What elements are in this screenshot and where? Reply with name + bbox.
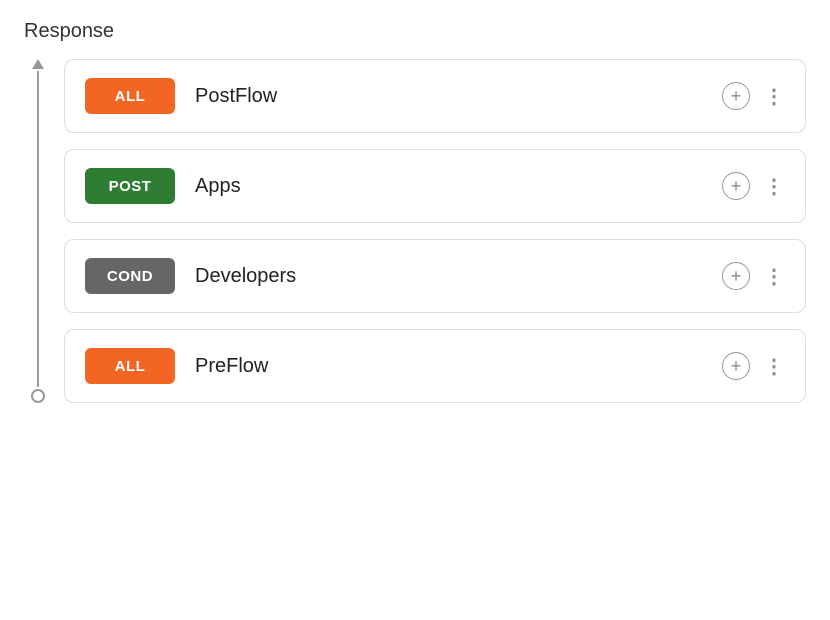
timeline-line (24, 59, 52, 403)
card-actions-postflow: + ⋮ (722, 82, 785, 110)
flow-name-postflow: PostFlow (195, 85, 702, 108)
card-actions-developers: + ⋮ (722, 262, 785, 290)
flow-card-postflow: ALL PostFlow + ⋮ (64, 59, 806, 133)
flow-card-developers: COND Developers + ⋮ (64, 239, 806, 313)
flow-name-apps: Apps (195, 175, 702, 198)
add-policy-button-preflow[interactable]: + (722, 352, 750, 380)
page-title: Response (24, 20, 806, 43)
cards-list: ALL PostFlow + ⋮ POST Apps + ⋮ COND Deve… (52, 59, 806, 403)
add-policy-button-postflow[interactable]: + (722, 82, 750, 110)
method-badge-postflow: ALL (85, 78, 175, 114)
flow-name-developers: Developers (195, 265, 702, 288)
more-options-button-apps[interactable]: ⋮ (764, 174, 785, 199)
more-options-button-postflow[interactable]: ⋮ (764, 84, 785, 109)
timeline-container: ALL PostFlow + ⋮ POST Apps + ⋮ COND Deve… (24, 59, 806, 403)
timeline-end-circle (31, 389, 45, 403)
timeline-vertical-line (37, 71, 39, 387)
more-options-button-preflow[interactable]: ⋮ (764, 354, 785, 379)
more-options-button-developers[interactable]: ⋮ (764, 264, 785, 289)
flow-card-preflow: ALL PreFlow + ⋮ (64, 329, 806, 403)
flow-name-preflow: PreFlow (195, 355, 702, 378)
add-policy-button-developers[interactable]: + (722, 262, 750, 290)
card-actions-apps: + ⋮ (722, 172, 785, 200)
flow-card-apps: POST Apps + ⋮ (64, 149, 806, 223)
card-actions-preflow: + ⋮ (722, 352, 785, 380)
method-badge-apps: POST (85, 168, 175, 204)
method-badge-preflow: ALL (85, 348, 175, 384)
method-badge-developers: COND (85, 258, 175, 294)
add-policy-button-apps[interactable]: + (722, 172, 750, 200)
timeline-arrow-icon (32, 59, 44, 69)
